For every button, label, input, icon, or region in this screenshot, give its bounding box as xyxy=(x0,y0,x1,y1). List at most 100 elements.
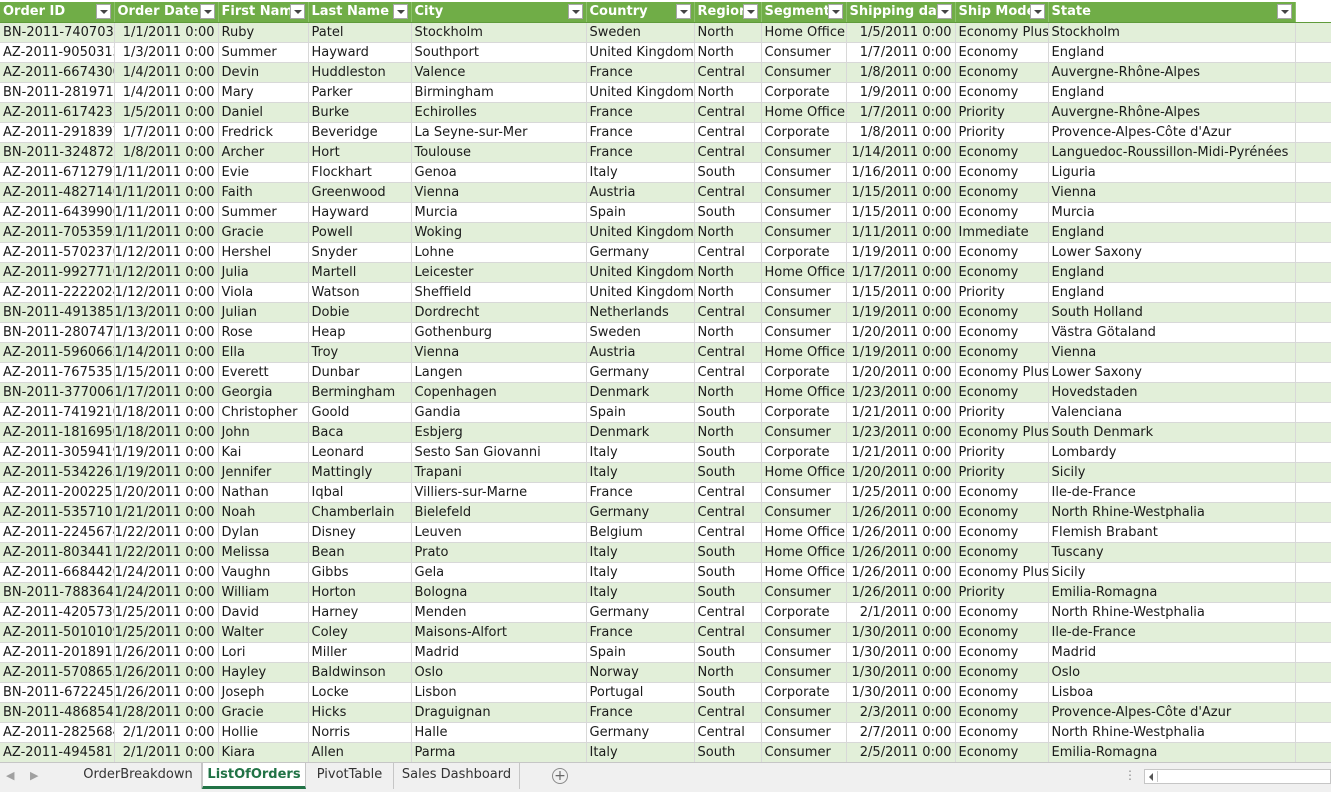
table-cell[interactable]: Corporate xyxy=(761,602,847,623)
table-cell[interactable]: Home Office xyxy=(761,382,847,403)
table-cell[interactable]: Kai xyxy=(218,442,309,463)
table-cell[interactable]: United Kingdom xyxy=(586,222,695,243)
column-header[interactable]: State xyxy=(1048,2,1296,23)
table-cell[interactable]: 1/26/2011 0:00 xyxy=(846,522,956,543)
table-cell[interactable]: BN-2011-4913858 xyxy=(0,302,115,323)
table-cell[interactable]: 1/20/2011 0:00 xyxy=(114,482,219,503)
table-cell[interactable]: France xyxy=(586,142,695,163)
table-cell[interactable]: Spain xyxy=(586,402,695,423)
table-cell[interactable]: 1/25/2011 0:00 xyxy=(846,482,956,503)
table-cell[interactable]: Noah xyxy=(218,502,309,523)
table-cell[interactable]: Consumer xyxy=(761,142,847,163)
tab-pivottable[interactable]: PivotTable xyxy=(306,763,394,789)
more-options-icon[interactable]: ⋮ xyxy=(1124,768,1136,782)
table-cell[interactable]: Langen xyxy=(411,362,587,383)
table-cell[interactable]: 1/30/2011 0:00 xyxy=(846,642,956,663)
table-cell[interactable]: Beveridge xyxy=(308,122,412,143)
empty-cell[interactable] xyxy=(1295,602,1331,623)
table-cell[interactable]: 1/19/2011 0:00 xyxy=(114,462,219,483)
table-cell[interactable]: North xyxy=(694,222,762,243)
table-cell[interactable]: Birmingham xyxy=(411,82,587,103)
table-cell[interactable]: 1/17/2011 0:00 xyxy=(846,262,956,283)
table-cell[interactable]: 2/1/2011 0:00 xyxy=(114,742,219,762)
table-cell[interactable]: Lower Saxony xyxy=(1048,242,1296,263)
table-cell[interactable]: Economy xyxy=(955,742,1049,762)
table-cell[interactable]: AZ-2011-7053593 xyxy=(0,222,115,243)
table-cell[interactable]: Economy Plus xyxy=(955,422,1049,443)
table-cell[interactable]: Sweden xyxy=(586,22,695,43)
table-cell[interactable]: Halle xyxy=(411,722,587,743)
table-cell[interactable]: 1/11/2011 0:00 xyxy=(114,222,219,243)
table-cell[interactable]: 1/8/2011 0:00 xyxy=(846,62,956,83)
table-cell[interactable]: Powell xyxy=(308,222,412,243)
table-cell[interactable]: Evie xyxy=(218,162,309,183)
table-cell[interactable]: AZ-2011-3059419 xyxy=(0,442,115,463)
table-cell[interactable]: Consumer xyxy=(761,582,847,603)
table-cell[interactable]: John xyxy=(218,422,309,443)
table-cell[interactable]: Spain xyxy=(586,642,695,663)
table-cell[interactable]: Dunbar xyxy=(308,362,412,383)
table-cell[interactable]: BN-2011-3770060 xyxy=(0,382,115,403)
table-cell[interactable]: Viola xyxy=(218,282,309,303)
table-cell[interactable]: Priority xyxy=(955,102,1049,123)
table-cell[interactable]: Economy xyxy=(955,322,1049,343)
filter-dropdown-icon[interactable] xyxy=(827,4,843,19)
table-cell[interactable]: Harney xyxy=(308,602,412,623)
table-cell[interactable]: 1/30/2011 0:00 xyxy=(846,662,956,683)
table-cell[interactable]: Baca xyxy=(308,422,412,443)
table-cell[interactable]: Home Office xyxy=(761,562,847,583)
table-cell[interactable]: Madrid xyxy=(411,642,587,663)
empty-cell[interactable] xyxy=(1295,522,1331,543)
table-cell[interactable]: BN-2011-6722454 xyxy=(0,682,115,703)
table-cell[interactable]: Georgia xyxy=(218,382,309,403)
table-cell[interactable]: Hort xyxy=(308,142,412,163)
table-cell[interactable]: Melissa xyxy=(218,542,309,563)
table-cell[interactable]: Central xyxy=(694,522,762,543)
table-cell[interactable]: 1/7/2011 0:00 xyxy=(846,42,956,63)
table-cell[interactable]: Consumer xyxy=(761,482,847,503)
filter-dropdown-icon[interactable] xyxy=(95,4,111,19)
table-cell[interactable]: 1/11/2011 0:00 xyxy=(114,182,219,203)
table-cell[interactable]: 1/13/2011 0:00 xyxy=(114,302,219,323)
empty-cell[interactable] xyxy=(1295,282,1331,303)
empty-cell[interactable] xyxy=(1295,142,1331,163)
table-cell[interactable]: 2/1/2011 0:00 xyxy=(114,722,219,743)
table-cell[interactable]: AZ-2011-2918397 xyxy=(0,122,115,143)
empty-cell[interactable] xyxy=(1295,442,1331,463)
table-cell[interactable]: Norris xyxy=(308,722,412,743)
column-header[interactable]: Country xyxy=(586,2,695,23)
table-cell[interactable]: Hayley xyxy=(218,662,309,683)
table-cell[interactable]: Germany xyxy=(586,242,695,263)
table-cell[interactable]: Germany xyxy=(586,722,695,743)
table-cell[interactable]: Economy xyxy=(955,342,1049,363)
table-cell[interactable]: Everett xyxy=(218,362,309,383)
table-cell[interactable]: Sweden xyxy=(586,322,695,343)
table-cell[interactable]: Hicks xyxy=(308,702,412,723)
table-cell[interactable]: 1/11/2011 0:00 xyxy=(846,222,956,243)
table-cell[interactable]: Consumer xyxy=(761,62,847,83)
table-cell[interactable]: Draguignan xyxy=(411,702,587,723)
table-cell[interactable]: South xyxy=(694,642,762,663)
table-cell[interactable]: England xyxy=(1048,222,1296,243)
table-cell[interactable]: Economy xyxy=(955,502,1049,523)
table-cell[interactable]: Christopher xyxy=(218,402,309,423)
table-cell[interactable]: North Rhine-Westphalia xyxy=(1048,502,1296,523)
table-cell[interactable]: Chamberlain xyxy=(308,502,412,523)
table-cell[interactable]: Consumer xyxy=(761,502,847,523)
table-cell[interactable]: La Seyne-sur-Mer xyxy=(411,122,587,143)
empty-cell[interactable] xyxy=(1295,222,1331,243)
table-cell[interactable]: North xyxy=(694,262,762,283)
empty-cell[interactable] xyxy=(1295,22,1331,43)
table-cell[interactable]: South xyxy=(694,682,762,703)
table-cell[interactable]: 1/11/2011 0:00 xyxy=(114,202,219,223)
table-cell[interactable]: Priority xyxy=(955,282,1049,303)
table-cell[interactable]: 1/20/2011 0:00 xyxy=(846,462,956,483)
table-cell[interactable]: Leicester xyxy=(411,262,587,283)
table-cell[interactable]: Heap xyxy=(308,322,412,343)
table-cell[interactable]: 1/9/2011 0:00 xyxy=(846,82,956,103)
table-cell[interactable]: Immediate xyxy=(955,222,1049,243)
table-cell[interactable]: Consumer xyxy=(761,282,847,303)
table-cell[interactable]: Summer xyxy=(218,42,309,63)
table-cell[interactable]: United Kingdom xyxy=(586,262,695,283)
table-cell[interactable]: 1/4/2011 0:00 xyxy=(114,62,219,83)
